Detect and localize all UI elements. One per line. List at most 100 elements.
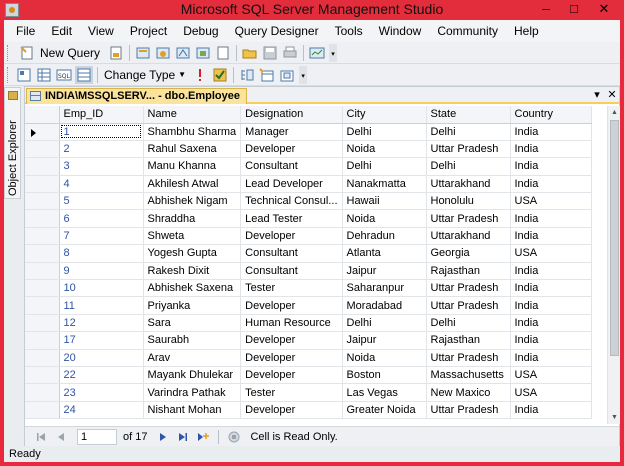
cell-emp-id[interactable]: 24: [59, 401, 144, 420]
cell-city[interactable]: Noida: [342, 209, 427, 228]
cell-city[interactable]: Jaipur: [342, 262, 427, 281]
table-row[interactable]: 7 Shweta Developer Dehradun Uttarakhand India: [25, 227, 592, 246]
cell-emp-id[interactable]: 1: [59, 123, 144, 141]
cell-name[interactable]: Mayank Dhulekar: [143, 366, 242, 385]
row-header-cell[interactable]: [25, 244, 60, 263]
tab-list-dropdown-icon[interactable]: ▾: [590, 88, 604, 102]
row-header-cell[interactable]: [25, 192, 60, 211]
cell-designation[interactable]: Manager: [240, 123, 343, 141]
menu-file[interactable]: File: [8, 20, 43, 42]
cell-name[interactable]: Rakesh Dixit: [143, 262, 242, 281]
table-row[interactable]: 12 Sara Human Resource Delhi Delhi India: [25, 314, 592, 333]
cell-name[interactable]: Arav: [143, 349, 242, 367]
show-diagram-pane-icon[interactable]: [15, 66, 33, 84]
cell-emp-id[interactable]: 2: [59, 140, 144, 159]
mdx-query-icon[interactable]: [174, 44, 192, 62]
cell-designation[interactable]: Developer: [240, 331, 343, 350]
stop-icon[interactable]: [226, 429, 242, 445]
change-type-dropdown[interactable]: Change Type: [101, 68, 178, 82]
cell-country[interactable]: India: [510, 349, 592, 367]
current-record-input[interactable]: 1: [77, 428, 117, 445]
cell-name[interactable]: Nishant Mohan: [143, 401, 242, 420]
table-row[interactable]: 3 Manu Khanna Consultant Delhi Delhi India: [25, 157, 592, 176]
cell-emp-id[interactable]: 7: [59, 227, 144, 246]
column-header-name[interactable]: Name: [143, 106, 242, 124]
cell-emp-id[interactable]: 11: [59, 296, 144, 315]
current-row-indicator[interactable]: [25, 123, 60, 141]
table-row[interactable]: 22 Mayank Dhulekar Developer Boston Massachu…: [25, 366, 592, 385]
cell-state[interactable]: Delhi: [426, 157, 511, 176]
menu-view[interactable]: View: [80, 20, 122, 42]
row-header-cell[interactable]: [25, 279, 60, 298]
execute-sql-icon[interactable]: [191, 66, 209, 84]
cell-designation[interactable]: Tester: [240, 279, 343, 298]
row-header-cell[interactable]: [25, 349, 60, 367]
table-row[interactable]: 23 Varindra Pathak Tester Las Vegas New Maxi…: [25, 383, 592, 402]
cell-city[interactable]: Boston: [342, 366, 427, 385]
row-header-cell[interactable]: [25, 175, 60, 194]
menu-project[interactable]: Project: [122, 20, 175, 42]
cell-state[interactable]: Uttar Pradesh: [426, 296, 511, 315]
cell-name[interactable]: Manu Khanna: [143, 157, 242, 176]
cell-country[interactable]: India: [510, 296, 592, 315]
cell-state[interactable]: Uttarakhand: [426, 175, 511, 194]
column-header-city[interactable]: City: [342, 106, 427, 124]
show-results-pane-icon[interactable]: [75, 65, 93, 84]
menu-community[interactable]: Community: [429, 20, 506, 42]
row-header-cell[interactable]: [25, 227, 60, 246]
menu-window[interactable]: Window: [371, 20, 430, 42]
cell-emp-id[interactable]: 4: [59, 175, 144, 194]
cell-city[interactable]: Las Vegas: [342, 383, 427, 402]
cell-city[interactable]: Delhi: [342, 123, 427, 141]
row-header-cell[interactable]: [25, 331, 60, 350]
new-file-2-icon[interactable]: [214, 44, 232, 62]
cell-state[interactable]: New Maxico: [426, 383, 511, 402]
cell-state[interactable]: Uttar Pradesh: [426, 279, 511, 298]
table-row[interactable]: 1 Shambhu Sharma Manager Delhi Delhi India: [25, 123, 592, 141]
cell-emp-id[interactable]: 8: [59, 244, 144, 263]
results-grid[interactable]: Emp_ID Name Designation City State Count…: [25, 106, 607, 424]
minimize-button[interactable]: –: [532, 0, 560, 18]
cell-name[interactable]: Akhilesh Atwal: [143, 175, 242, 194]
cell-city[interactable]: Noida: [342, 140, 427, 159]
table-row[interactable]: 10 Abhishek Saxena Tester Saharanpur Uttar P…: [25, 279, 592, 298]
add-table-icon[interactable]: [258, 66, 276, 84]
cell-state[interactable]: Massachusetts: [426, 366, 511, 385]
cell-name[interactable]: Priyanka: [143, 296, 242, 315]
cell-emp-id[interactable]: 9: [59, 262, 144, 281]
column-header-designation[interactable]: Designation: [240, 106, 343, 124]
cell-emp-id[interactable]: 23: [59, 383, 144, 402]
cell-city[interactable]: Delhi: [342, 157, 427, 176]
row-header-cell[interactable]: [25, 366, 60, 385]
cell-name[interactable]: Abhishek Saxena: [143, 279, 242, 298]
row-header-cell[interactable]: [25, 209, 60, 228]
cell-state[interactable]: Rajasthan: [426, 262, 511, 281]
table-row[interactable]: 8 Yogesh Gupta Consultant Atlanta Georgia USA: [25, 244, 592, 263]
cell-country[interactable]: India: [510, 209, 592, 228]
object-explorer-tab[interactable]: Object Explorer: [4, 87, 21, 199]
cell-name[interactable]: Saurabh: [143, 331, 242, 350]
previous-record-icon[interactable]: [53, 429, 69, 445]
cell-emp-id[interactable]: 3: [59, 157, 144, 176]
cell-city[interactable]: Moradabad: [342, 296, 427, 315]
cell-city[interactable]: Dehradun: [342, 227, 427, 246]
table-row[interactable]: 17 Saurabh Developer Jaipur Rajasthan India: [25, 331, 592, 350]
corner-header-cell[interactable]: [25, 106, 60, 124]
save-icon[interactable]: [261, 44, 279, 62]
cell-state[interactable]: Georgia: [426, 244, 511, 263]
cell-country[interactable]: India: [510, 401, 592, 420]
cell-designation[interactable]: Developer: [240, 366, 343, 385]
cell-country[interactable]: India: [510, 227, 592, 246]
toolbar-grip[interactable]: [7, 66, 10, 83]
cell-emp-id[interactable]: 12: [59, 314, 144, 333]
row-header-cell[interactable]: [25, 314, 60, 333]
cell-country[interactable]: India: [510, 157, 592, 176]
group-by-icon[interactable]: [238, 66, 256, 84]
maximize-button[interactable]: □: [560, 0, 588, 18]
scroll-down-icon[interactable]: ▼: [608, 411, 621, 424]
cell-state[interactable]: Rajasthan: [426, 331, 511, 350]
scroll-up-icon[interactable]: ▲: [608, 106, 621, 119]
column-header-emp-id[interactable]: Emp_ID: [59, 106, 144, 124]
menu-tools[interactable]: Tools: [327, 20, 371, 42]
cell-emp-id[interactable]: 5: [59, 192, 144, 211]
